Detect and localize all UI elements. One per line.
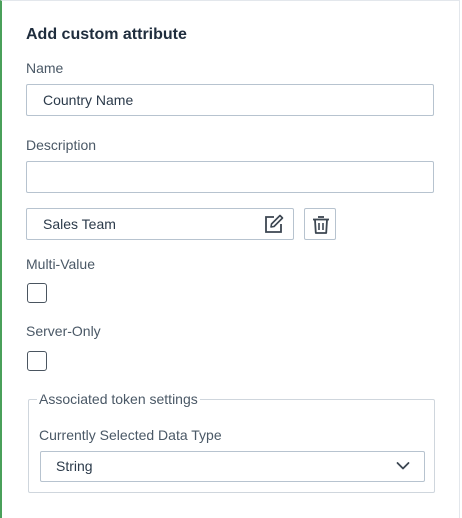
edit-icon[interactable]	[263, 214, 285, 234]
token-settings-group: Associated token settings Currently Sele…	[28, 391, 435, 493]
delete-button[interactable]	[304, 208, 336, 240]
name-label: Name	[26, 60, 64, 76]
multi-value-label: Multi-Value	[26, 256, 95, 272]
chevron-down-icon	[396, 462, 410, 470]
server-only-label: Server-Only	[26, 323, 101, 339]
description-label: Description	[26, 137, 97, 153]
data-type-value: String	[56, 458, 93, 474]
name-input[interactable]	[26, 84, 434, 116]
data-type-select[interactable]: String	[40, 451, 425, 482]
multi-value-checkbox[interactable]	[27, 283, 47, 303]
data-type-label: Currently Selected Data Type	[39, 427, 222, 443]
custom-attribute-panel: Add custom attribute Name Description Sa…	[0, 0, 460, 518]
entity-value: Sales Team	[43, 216, 116, 232]
entity-field: Sales Team	[26, 208, 294, 240]
token-settings-legend: Associated token settings	[37, 391, 200, 407]
trash-icon	[313, 216, 329, 234]
panel-title: Add custom attribute	[26, 26, 187, 43]
description-input[interactable]	[26, 161, 434, 193]
server-only-checkbox[interactable]	[27, 351, 47, 371]
